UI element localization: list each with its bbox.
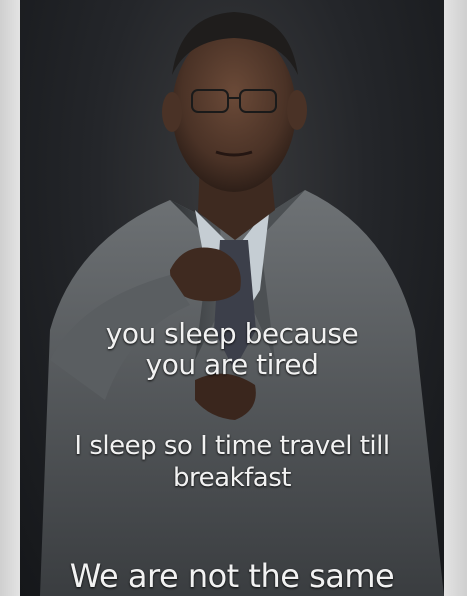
caption-bottom: We are not the same xyxy=(20,556,444,596)
caption-bottom-line: We are not the same xyxy=(69,557,395,595)
caption-top-line-2: you are tired xyxy=(145,348,319,381)
caption-top-line-1: you sleep because xyxy=(105,317,359,350)
caption-top: you sleep because you are tired xyxy=(20,318,444,380)
meme-photo: you sleep because you are tired I sleep … xyxy=(20,0,444,596)
man-in-suit-illustration xyxy=(40,12,444,596)
meme-frame: you sleep because you are tired I sleep … xyxy=(0,0,467,596)
caption-middle: I sleep so I time travel till breakfast xyxy=(20,430,444,494)
caption-middle-line-1: I sleep so I time travel till xyxy=(74,431,390,461)
right-border xyxy=(444,0,467,596)
caption-middle-line-2: breakfast xyxy=(173,463,291,493)
left-border xyxy=(0,0,20,596)
